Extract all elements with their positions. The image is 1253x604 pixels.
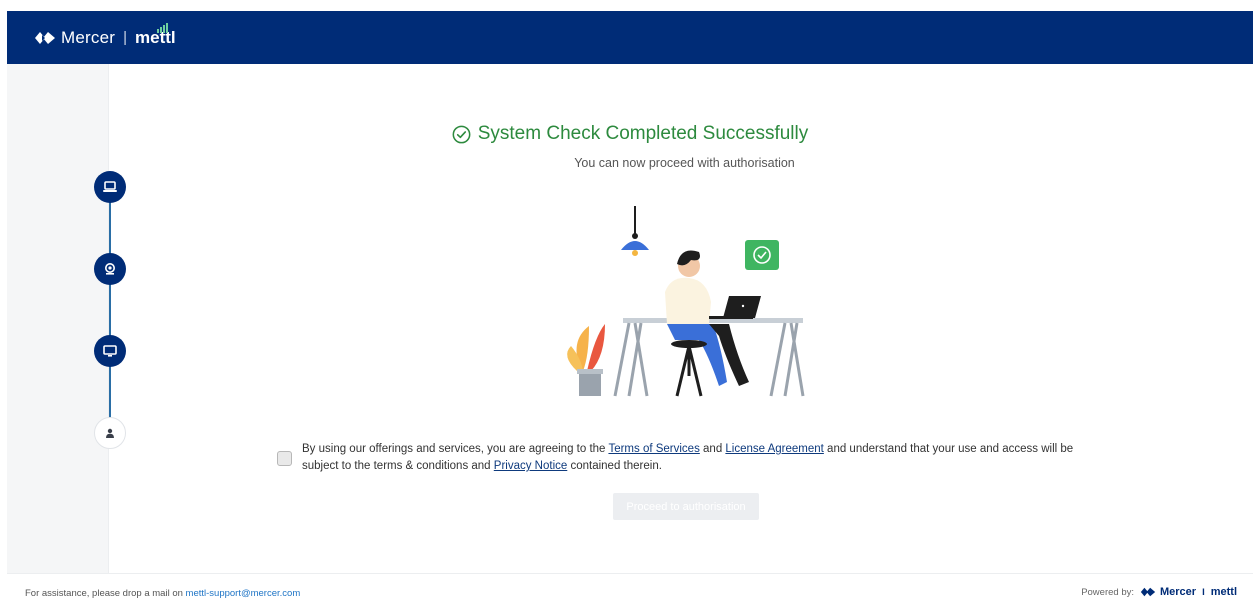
step-laptop-check [94, 171, 126, 203]
check-circle-icon [452, 125, 471, 143]
person-at-desk-illustration [567, 206, 805, 397]
product-name: mettl [135, 22, 176, 48]
app-frame: Mercer | mettl System Check Completed Su… [7, 11, 1253, 604]
assistance-text: For assistance, please drop a mail on me… [25, 588, 300, 599]
success-title: System Check Completed Successfully [452, 123, 809, 145]
step-user-authorisation [94, 417, 126, 449]
proceed-to-authorisation-button[interactable]: Proceed to authorisation [613, 493, 759, 520]
powered-by-product: mettl [1210, 586, 1237, 598]
license-agreement-link[interactable]: License Agreement [725, 443, 823, 455]
page-title: System Check Completed Successfully [477, 123, 809, 144]
consent-block: By using our offerings and services, you… [277, 441, 1077, 475]
consent-text: By using our offerings and services, you… [302, 441, 1077, 475]
laptop-icon [103, 181, 117, 192]
brand-logo: Mercer | mettl [34, 22, 176, 48]
step-screen-check [94, 335, 126, 367]
stepper-line [109, 187, 111, 431]
top-header: Mercer | mettl [7, 11, 1253, 64]
mercer-logo-icon [1140, 587, 1156, 597]
page-subtitle: You can now proceed with authorisation [574, 156, 795, 170]
footer: For assistance, please drop a mail on me… [7, 573, 1253, 604]
consent-checkbox[interactable] [277, 451, 292, 466]
consent-text-4: contained therein. [567, 460, 662, 472]
powered-by-brand: Mercer [1160, 586, 1197, 598]
consent-text-1: By using our offerings and services, you… [302, 443, 609, 455]
powered-by: Powered by: Mercer I mettl [1081, 586, 1237, 598]
support-email-link[interactable]: mettl-support@mercer.com [186, 588, 301, 599]
terms-of-services-link[interactable]: Terms of Services [608, 443, 699, 455]
privacy-notice-link[interactable]: Privacy Notice [494, 460, 568, 472]
brand-name: Mercer [61, 27, 116, 47]
mercer-logo-icon [35, 31, 55, 44]
webcam-icon [105, 263, 115, 275]
powered-by-separator: I [1202, 586, 1205, 598]
monitor-icon [103, 345, 117, 357]
mettl-bars-icon [157, 22, 168, 33]
powered-by-label: Powered by: [1081, 586, 1134, 598]
step-webcam-check [94, 253, 126, 285]
brand-separator: | [123, 29, 127, 46]
user-icon [106, 428, 114, 438]
assistance-label: For assistance, please drop a mail on [25, 588, 186, 599]
title-row: System Check Completed Successfully [7, 123, 1253, 149]
consent-text-2: and [699, 443, 726, 455]
